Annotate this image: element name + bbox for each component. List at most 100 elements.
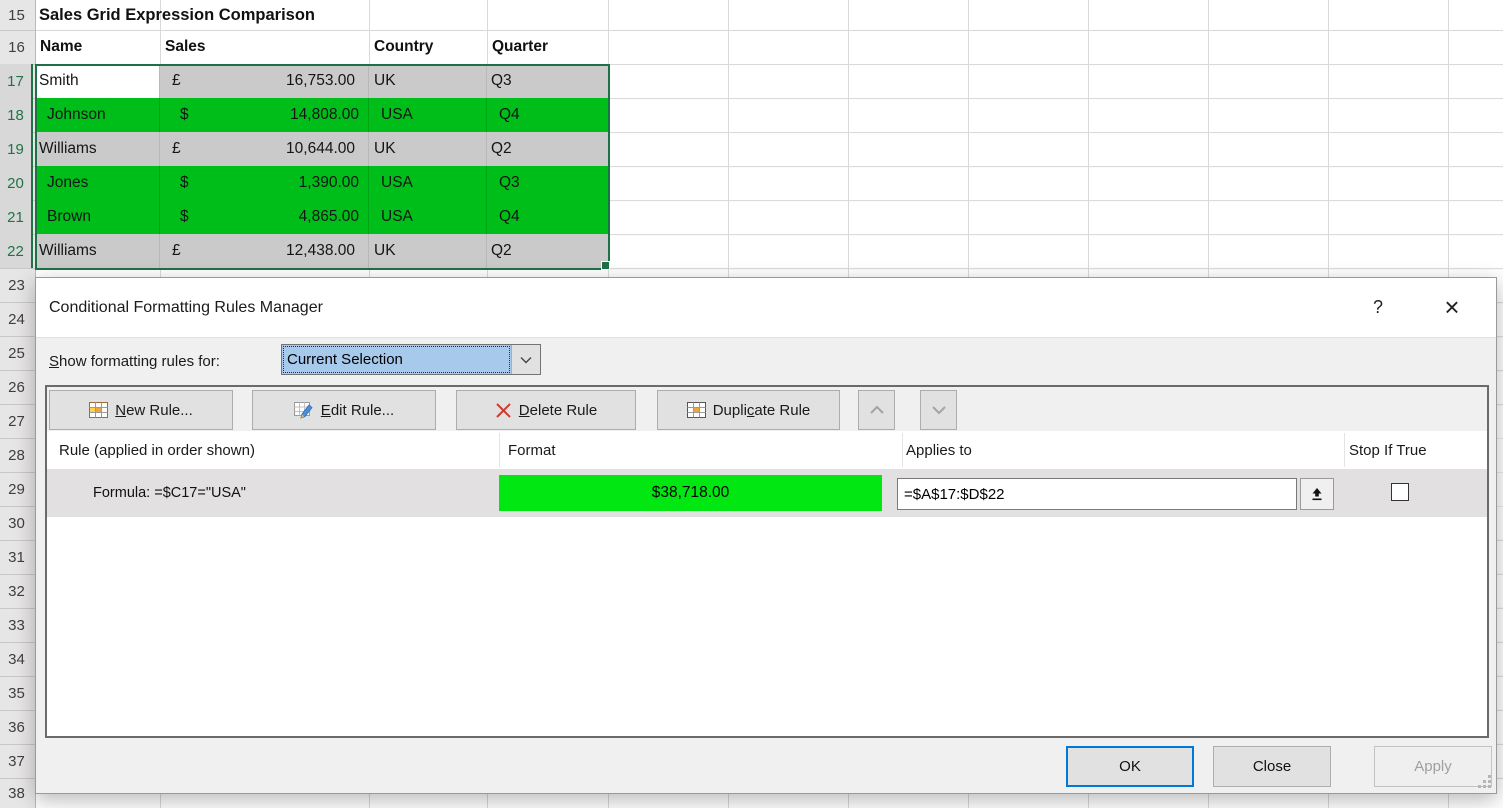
column-separator: [902, 433, 903, 467]
edit-rule-button[interactable]: Edit Rule...: [252, 390, 436, 430]
cell-quarter[interactable]: Q2: [487, 132, 608, 166]
header-stop-if-true: Stop If True: [1349, 431, 1427, 469]
cell-country[interactable]: UK: [369, 132, 487, 166]
amount: 14,808.00: [290, 106, 359, 124]
row-header-24[interactable]: 24: [0, 302, 33, 336]
table-row: Johnson $ 14,808.00 USA Q4: [35, 98, 608, 132]
selection-fill-handle[interactable]: [601, 261, 610, 270]
dropdown-selected-value[interactable]: Current Selection: [282, 345, 511, 374]
row-header-35[interactable]: 35: [0, 676, 33, 710]
row-header-18[interactable]: 18: [0, 98, 33, 132]
cell-quarter[interactable]: Q3: [487, 64, 608, 98]
stop-if-true-checkbox[interactable]: [1391, 483, 1409, 501]
show-rules-dropdown[interactable]: Current Selection: [281, 344, 541, 375]
delete-rule-button[interactable]: Delete Rule: [456, 390, 636, 430]
cell-name[interactable]: Williams: [35, 132, 160, 166]
amount: 16,753.00: [286, 72, 355, 90]
row-header-37[interactable]: 37: [0, 744, 33, 778]
table-row: Jones $ 1,390.00 USA Q3: [35, 166, 608, 200]
cell-name[interactable]: Smith: [35, 64, 160, 98]
cell-quarter[interactable]: Q2: [487, 234, 608, 268]
cell-country[interactable]: USA: [369, 200, 487, 234]
cell-name[interactable]: Jones: [35, 166, 160, 200]
table-row: Brown $ 4,865.00 USA Q4: [35, 200, 608, 234]
cell-sales[interactable]: £ 10,644.00: [160, 132, 369, 166]
cell-sales[interactable]: $ 1,390.00: [160, 166, 369, 200]
cell-country[interactable]: USA: [369, 98, 487, 132]
cell-name[interactable]: Williams: [35, 234, 160, 268]
cell-sales[interactable]: £ 12,438.00: [160, 234, 369, 268]
column-header-sales[interactable]: Sales: [160, 30, 369, 64]
row-header-17[interactable]: 17: [0, 64, 33, 98]
move-rule-down-button[interactable]: [920, 390, 957, 430]
currency-symbol: $: [180, 208, 189, 226]
applies-to-input[interactable]: =$A$17:$D$22: [897, 478, 1297, 510]
row-header-34[interactable]: 34: [0, 642, 33, 676]
cell-sales[interactable]: $ 14,808.00: [160, 98, 369, 132]
cell-name[interactable]: Brown: [35, 200, 160, 234]
row-header-15[interactable]: 15: [0, 0, 33, 30]
amount: 10,644.00: [286, 140, 355, 158]
delete-x-icon: [495, 402, 512, 419]
column-header-quarter[interactable]: Quarter: [487, 30, 608, 64]
header-applies-to: Applies to: [906, 431, 972, 469]
label-text: how formatting rules for:: [59, 353, 220, 370]
chevron-down-icon[interactable]: [511, 345, 540, 374]
close-button[interactable]: Close: [1213, 746, 1331, 787]
currency-symbol: £: [172, 72, 181, 90]
row-header-36[interactable]: 36: [0, 710, 33, 744]
row-header-25[interactable]: 25: [0, 336, 33, 370]
row-header-strip: 15 16 17 18 19 20 21 22 23 24 25 26 27 2…: [0, 0, 36, 808]
row-header-27[interactable]: 27: [0, 404, 33, 438]
currency-symbol: £: [172, 140, 181, 158]
header-format: Format: [508, 431, 556, 469]
row-header-30[interactable]: 30: [0, 506, 33, 540]
row-header-23[interactable]: 23: [0, 268, 33, 302]
cell-country[interactable]: UK: [369, 64, 487, 98]
column-separator: [499, 433, 500, 467]
row-header-28[interactable]: 28: [0, 438, 33, 472]
cell-country[interactable]: USA: [369, 166, 487, 200]
cell-quarter[interactable]: Q4: [487, 200, 608, 234]
new-rule-button[interactable]: New Rule...: [49, 390, 233, 430]
label-text: S: [49, 353, 59, 370]
cell-name[interactable]: Johnson: [35, 98, 160, 132]
amount: 12,438.00: [286, 242, 355, 260]
column-header-country[interactable]: Country: [369, 30, 487, 64]
row-header-26[interactable]: 26: [0, 370, 33, 404]
row-header-21[interactable]: 21: [0, 200, 33, 234]
cell-quarter[interactable]: Q3: [487, 166, 608, 200]
row-header-22[interactable]: 22: [0, 234, 33, 268]
apply-button[interactable]: Apply: [1374, 746, 1492, 787]
cell-country[interactable]: UK: [369, 234, 487, 268]
cell-quarter[interactable]: Q4: [487, 98, 608, 132]
button-label: Edit Rule...: [321, 402, 394, 419]
row-header-20[interactable]: 20: [0, 166, 33, 200]
row-header-38[interactable]: 38: [0, 778, 33, 808]
duplicate-rule-button[interactable]: Duplicate Rule: [657, 390, 840, 430]
row-header-33[interactable]: 33: [0, 608, 33, 642]
sheet-title-cell[interactable]: Sales Grid Expression Comparison: [39, 0, 599, 30]
duplicate-rule-grid-icon: [687, 402, 706, 418]
column-header-name[interactable]: Name: [35, 30, 160, 64]
rule-format-preview: $38,718.00: [499, 475, 882, 511]
resize-grip[interactable]: [1479, 776, 1491, 788]
cell-sales[interactable]: $ 4,865.00: [160, 200, 369, 234]
row-header-31[interactable]: 31: [0, 540, 33, 574]
move-rule-up-button[interactable]: [858, 390, 895, 430]
ok-button[interactable]: OK: [1066, 746, 1194, 787]
edit-rule-pencil-icon: [294, 402, 314, 419]
row-header-19[interactable]: 19: [0, 132, 33, 166]
row-header-32[interactable]: 32: [0, 574, 33, 608]
row-header-16[interactable]: 16: [0, 30, 33, 64]
help-icon[interactable]: ?: [1356, 278, 1400, 337]
rule-list-item[interactable]: Formula: =$C17="USA" $38,718.00 =$A$17:$…: [47, 469, 1487, 517]
button-label: New Rule...: [115, 402, 193, 419]
cell-sales[interactable]: £ 16,753.00: [160, 64, 369, 98]
row-header-29[interactable]: 29: [0, 472, 33, 506]
collapse-dialog-icon[interactable]: [1300, 478, 1334, 510]
currency-symbol: £: [172, 242, 181, 260]
show-rules-label: Show formatting rules for:: [49, 346, 220, 377]
close-icon[interactable]: ×: [1430, 278, 1474, 337]
button-label: Delete Rule: [519, 402, 597, 419]
